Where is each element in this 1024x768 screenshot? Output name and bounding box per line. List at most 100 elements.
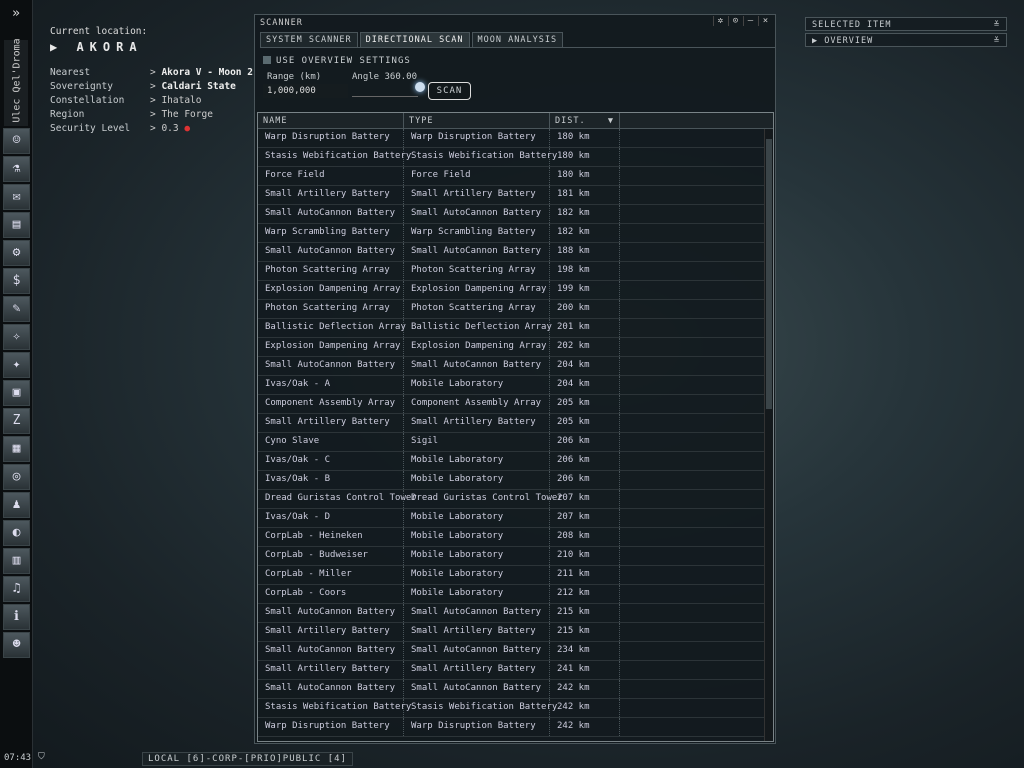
agent-icon[interactable]: ☻ [3,632,30,658]
contracts-icon[interactable]: ✎ [3,296,30,322]
location-value[interactable]: > Ihatalo [150,94,202,108]
angle-slider-track[interactable] [352,88,418,97]
table-row[interactable]: Warp Disruption Battery Warp Disruption B… [258,718,773,737]
tab-directional-scan[interactable]: DIRECTIONAL SCAN [359,32,470,47]
corporation-icon[interactable]: Z [3,408,30,434]
assets-icon[interactable]: ▣ [3,380,30,406]
cell-type: Warp Scrambling Battery [404,224,550,242]
table-row[interactable]: Ballistic Deflection Array Ballistic Defl… [258,319,773,338]
cell-distance: 206 km [550,471,620,489]
selected-item-panel[interactable]: SELECTED ITEM ≚ [805,17,1007,31]
results-table: NAME TYPE DIST. ▼ Warp Disruption Batter… [257,112,774,742]
location-row: Security Level > 0.3 ● [50,122,253,136]
collapse-icon[interactable]: ≚ [994,20,1000,30]
help-icon[interactable]: ◎ [3,464,30,490]
system-name[interactable]: ▶ AKORA [50,40,147,54]
journal-icon[interactable]: ▥ [3,548,30,574]
column-type[interactable]: TYPE [404,113,550,128]
tab-moon-analysis[interactable]: MOON ANALYSIS [471,32,564,47]
minimize-icon[interactable]: – [743,16,758,26]
collapse-icon[interactable]: ≚ [994,36,1000,46]
market-icon[interactable]: $ [3,268,30,294]
table-row[interactable]: Warp Disruption Battery Warp Disruption B… [258,129,773,148]
table-row[interactable]: CorpLab - Budweiser Mobile Laboratory 210 … [258,547,773,566]
use-overview-checkbox[interactable]: USE OVERVIEW SETTINGS [263,56,411,66]
cell-type: Explosion Dampening Array [404,338,550,356]
table-row[interactable]: Photon Scattering Array Photon Scattering… [258,300,773,319]
table-row[interactable]: Component Assembly Array Component Assemb… [258,395,773,414]
table-row[interactable]: Photon Scattering Array Photon Scattering… [258,262,773,281]
table-row[interactable]: Small AutoCannon Battery Small AutoCannon… [258,357,773,376]
angle-label: Angle 360.00 [352,72,418,82]
table-row[interactable]: Small Artillery Battery Small Artillery B… [258,186,773,205]
pilot-name-caption[interactable]: Ulec Qel'Droma [4,38,28,126]
table-row[interactable]: Explosion Dampening Array Explosion Dampe… [258,281,773,300]
range-input[interactable]: 1,000,000 [263,84,348,98]
column-distance[interactable]: DIST. ▼ [550,113,620,128]
table-row[interactable]: Ivas/Oak - C Mobile Laboratory 206 km [258,452,773,471]
table-row[interactable]: Small Artillery Battery Small Artillery B… [258,661,773,680]
calculator-icon[interactable]: ▦ [3,436,30,462]
audio-icon[interactable]: ♫ [3,576,30,602]
table-row[interactable]: CorpLab - Miller Mobile Laboratory 211 km [258,566,773,585]
cell-name: Warp Disruption Battery [258,718,404,736]
bottom-bar: 07:43 ⛉ LOCAL [6]-CORP-[PRIO]PUBLIC [4] [0,752,1024,766]
location-row: Constellation > Ihatalo [50,94,253,108]
table-row[interactable]: Small AutoCannon Battery Small AutoCannon… [258,243,773,262]
table-row[interactable]: CorpLab - Heineken Mobile Laboratory 208 k… [258,528,773,547]
table-row[interactable]: Small Artillery Battery Small Artillery B… [258,414,773,433]
table-row[interactable]: Small AutoCannon Battery Small AutoCannon… [258,205,773,224]
table-row[interactable]: Ivas/Oak - B Mobile Laboratory 206 km [258,471,773,490]
table-row[interactable]: Small Artillery Battery Small Artillery B… [258,623,773,642]
table-row[interactable]: CorpLab - Coors Mobile Laboratory 212 km [258,585,773,604]
browser-icon[interactable]: ◐ [3,520,30,546]
cell-type: Small AutoCannon Battery [404,642,550,660]
table-row[interactable]: Stasis Webification Battery Stasis Webifi… [258,148,773,167]
right-panels: SELECTED ITEM ≚ ▶ OVERVIEW ≚ [805,17,1007,49]
window-header[interactable]: SCANNER ✲ ⊙ – × [255,15,775,29]
notepad-icon[interactable]: ▤ [3,212,30,238]
shield-icon[interactable]: ⛉ [38,752,45,762]
table-row[interactable]: Ivas/Oak - D Mobile Laboratory 207 km [258,509,773,528]
map-icon[interactable]: ✧ [3,324,30,350]
table-row[interactable]: Warp Scrambling Battery Warp Scrambling B… [258,224,773,243]
scrollbar-thumb[interactable] [766,139,772,409]
table-row[interactable]: Dread Guristas Control Tower Dread Gurist… [258,490,773,509]
character-portrait-icon[interactable]: ☺ [3,128,30,154]
info-icon[interactable]: ℹ [3,604,30,630]
location-value[interactable]: > Akora V - Moon 2 [150,66,253,80]
science-icon[interactable]: ⚗ [3,156,30,182]
settings-icon[interactable]: ✲ [713,16,728,26]
table-row[interactable]: Small AutoCannon Battery Small AutoCannon… [258,680,773,699]
pin-icon[interactable]: ⊙ [728,16,743,26]
table-row[interactable]: Small AutoCannon Battery Small AutoCannon… [258,642,773,661]
range-label: Range (km) [267,72,322,82]
fitting-icon[interactable]: ⚙ [3,240,30,266]
table-row[interactable]: Force Field Force Field 180 km [258,167,773,186]
scanner-window: SCANNER ✲ ⊙ – × SYSTEM SCANNER DIRECTIONAL … [254,14,776,744]
column-distance-label: DIST. [555,116,586,126]
scan-button[interactable]: SCAN [428,82,471,100]
column-name[interactable]: NAME [258,113,404,128]
scrollbar[interactable] [764,129,773,741]
location-value[interactable]: > Caldari State [150,80,236,94]
location-value[interactable]: > The Forge [150,108,213,122]
expand-neocom-button[interactable]: » [0,0,32,28]
table-row[interactable]: Stasis Webification Battery Stasis Webifi… [258,699,773,718]
tab-system-scanner[interactable]: SYSTEM SCANNER [260,32,358,47]
table-row[interactable]: Cyno Slave Sigil 206 km [258,433,773,452]
cell-distance: 204 km [550,357,620,375]
table-row[interactable]: Explosion Dampening Array Explosion Dampe… [258,338,773,357]
chat-channels-tab[interactable]: LOCAL [6]-CORP-[PRIO]PUBLIC [4] [142,752,353,766]
skills-icon[interactable]: ♟ [3,492,30,518]
cell-distance: 242 km [550,699,620,717]
angle-slider-handle[interactable] [415,82,425,92]
starmap-icon[interactable]: ✦ [3,352,30,378]
table-row[interactable]: Small AutoCannon Battery Small AutoCannon… [258,604,773,623]
close-icon[interactable]: × [758,16,773,26]
clock: 07:43 [4,753,32,763]
table-row[interactable]: Ivas/Oak - A Mobile Laboratory 204 km [258,376,773,395]
mail-icon[interactable]: ✉ [3,184,30,210]
overview-panel[interactable]: ▶ OVERVIEW ≚ [805,33,1007,47]
cell-type: Photon Scattering Array [404,300,550,318]
